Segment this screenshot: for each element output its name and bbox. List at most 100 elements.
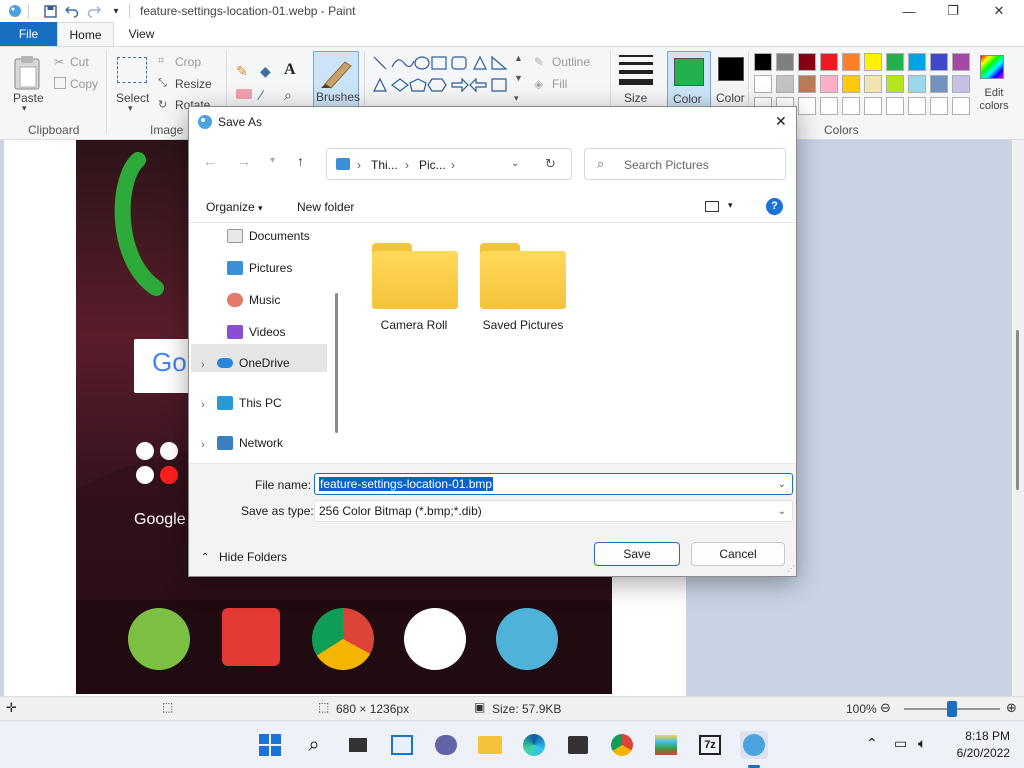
tab-file[interactable]: File (0, 22, 57, 46)
start-button[interactable] (256, 731, 284, 759)
undo-icon[interactable] (65, 4, 79, 18)
paste-button[interactable]: Paste (13, 91, 44, 105)
copy-button[interactable]: Copy (70, 77, 98, 91)
magnifier-icon[interactable]: ⌕ (284, 87, 292, 104)
chevron-down-icon[interactable]: ▾ (728, 200, 733, 211)
color-swatch[interactable] (864, 53, 882, 71)
custom-color-swatch[interactable] (842, 97, 860, 115)
color-picker-icon[interactable]: ⁄ (260, 87, 262, 103)
close-button[interactable]: ✕ (976, 0, 1022, 22)
save-icon[interactable] (43, 4, 57, 18)
color-swatch[interactable] (886, 53, 904, 71)
shapes-expand-icon[interactable]: ▾ (514, 93, 519, 104)
folder-item-saved-pictures[interactable]: Saved Pictures (468, 318, 578, 332)
edit-colors-icon[interactable] (980, 55, 1004, 79)
custom-color-swatch[interactable] (864, 97, 882, 115)
select-icon[interactable] (117, 57, 147, 83)
color2-swatch[interactable] (718, 57, 744, 81)
network-icon[interactable]: ▭ (894, 735, 907, 752)
tab-view[interactable]: View (114, 22, 169, 46)
edit-colors-button[interactable]: Edit colors (976, 87, 1012, 113)
folder-item-camera-roll[interactable]: Camera Roll (359, 318, 469, 332)
folder-icon[interactable] (480, 243, 566, 311)
color-swatch[interactable] (798, 75, 816, 93)
custom-color-swatch[interactable] (886, 97, 904, 115)
zoom-slider[interactable] (904, 701, 1000, 717)
chevron-down-icon[interactable]: ▾ (22, 103, 27, 114)
save-as-type-select[interactable]: 256 Color Bitmap (*.bmp;*.dib) ⌄ (314, 500, 793, 522)
customize-toolbar-icon[interactable]: ▾ (109, 4, 123, 18)
show-hidden-icons-chevron-icon[interactable]: ⌃ (866, 735, 878, 752)
zoom-slider-thumb[interactable] (947, 701, 957, 717)
custom-color-swatch[interactable] (952, 97, 970, 115)
color-swatch[interactable] (952, 53, 970, 71)
address-bar[interactable]: › Thi... › Pic... › ⌄ ↻ (326, 148, 572, 180)
clock[interactable]: 8:18 PM 6/20/2022 (948, 729, 1010, 760)
cut-button[interactable]: Cut (70, 55, 89, 69)
color-swatch[interactable] (842, 75, 860, 93)
color-swatch[interactable] (820, 75, 838, 93)
scrollbar-thumb[interactable] (1016, 330, 1019, 490)
expand-chevron-icon[interactable]: › (201, 439, 205, 451)
tab-home[interactable]: Home (57, 22, 114, 46)
search-input[interactable]: Search Pictures (624, 158, 709, 172)
up-arrow-icon[interactable]: ↑ (297, 153, 304, 169)
custom-color-swatch[interactable] (820, 97, 838, 115)
7zip-icon[interactable]: 7z (696, 731, 724, 759)
search-box[interactable]: ⌕ Search Pictures (584, 148, 786, 180)
custom-color-swatch[interactable] (798, 97, 816, 115)
color2-button[interactable]: Color (716, 91, 745, 105)
chevron-up-icon[interactable]: ⌃ (201, 552, 209, 563)
outline-button[interactable]: Outline (552, 55, 590, 69)
color-swatch[interactable] (864, 75, 882, 93)
help-button[interactable]: ? (766, 198, 783, 215)
paint-taskbar-icon[interactable] (740, 731, 768, 759)
bluestacks-icon[interactable] (652, 731, 680, 759)
volume-icon[interactable]: 🔈︎ (918, 735, 926, 752)
minimize-button[interactable]: — (886, 0, 932, 22)
color-swatch[interactable] (930, 75, 948, 93)
color-swatch[interactable] (908, 75, 926, 93)
shapes-scroll-down-icon[interactable]: ▼ (514, 73, 523, 83)
color-swatch[interactable] (908, 53, 926, 71)
expand-chevron-icon[interactable]: › (201, 359, 205, 371)
color-swatch[interactable] (820, 53, 838, 71)
size-icon[interactable] (619, 55, 653, 85)
edge-icon[interactable] (520, 731, 548, 759)
task-view-icon[interactable] (344, 731, 372, 759)
folder-icon[interactable] (372, 243, 458, 311)
crop-button[interactable]: Crop (175, 55, 201, 69)
redo-icon[interactable] (87, 4, 101, 18)
breadcrumb-item-this-pc[interactable]: Thi... (371, 158, 398, 172)
recent-locations-chevron-icon[interactable]: ▾ (270, 155, 275, 166)
forward-arrow-icon[interactable]: → (237, 153, 251, 169)
save-button[interactable]: Save (594, 542, 680, 566)
refresh-icon[interactable]: ↻ (545, 156, 556, 172)
color-swatch[interactable] (952, 75, 970, 93)
shapes-gallery[interactable] (370, 53, 510, 109)
cancel-button[interactable]: Cancel (691, 542, 785, 566)
breadcrumb-item-pictures[interactable]: Pic... (419, 158, 446, 172)
dialog-close-button[interactable]: ✕ (775, 113, 787, 130)
hide-folders-button[interactable]: Hide Folders (219, 550, 287, 564)
microsoft-store-icon[interactable] (564, 731, 592, 759)
tree-scrollbar-thumb[interactable] (335, 293, 338, 433)
file-explorer-icon[interactable] (476, 731, 504, 759)
pencil-icon[interactable]: ✎ (236, 63, 248, 80)
text-tool-icon[interactable]: A (284, 61, 296, 79)
search-icon[interactable]: ⌕ (300, 731, 328, 759)
zoom-out-button[interactable]: ⊖ (880, 700, 891, 716)
address-dropdown-chevron-icon[interactable]: ⌄ (511, 158, 519, 169)
color-swatch[interactable] (930, 53, 948, 71)
paste-icon[interactable] (12, 55, 42, 93)
teams-chat-icon[interactable] (432, 731, 460, 759)
custom-color-swatch[interactable] (908, 97, 926, 115)
resize-button[interactable]: Resize (175, 77, 212, 91)
color-swatch[interactable] (776, 53, 794, 71)
color1-button[interactable]: Color (667, 51, 711, 109)
widgets-icon[interactable] (388, 731, 416, 759)
color-swatch[interactable] (754, 53, 772, 71)
back-arrow-icon[interactable]: ← (203, 153, 217, 169)
brushes-button[interactable]: Brushes (313, 51, 360, 107)
resize-grip-icon[interactable]: ⋰ (787, 564, 795, 573)
